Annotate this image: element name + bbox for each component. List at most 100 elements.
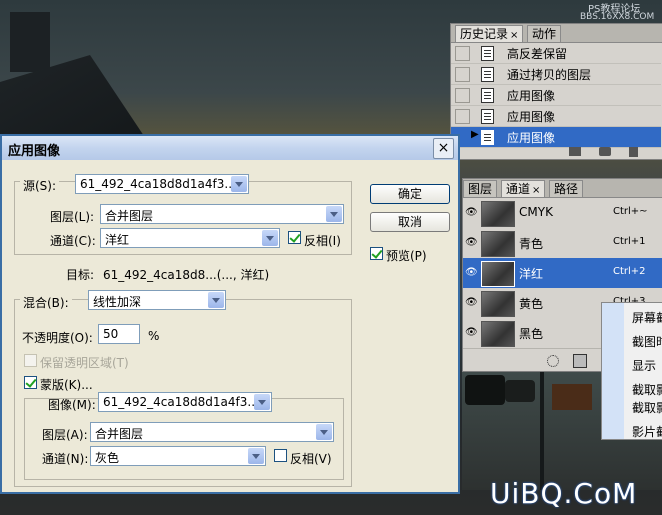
history-tabbar: 历史记录 × 动作	[451, 24, 662, 43]
channel-select[interactable]: 洋红	[100, 228, 280, 248]
mask-channel-label: 通道(N):	[42, 452, 89, 466]
mask-invert-checkbox[interactable]	[274, 449, 287, 462]
save-selection-icon[interactable]	[573, 354, 587, 368]
history-item[interactable]: 高反差保留	[451, 43, 661, 64]
dialog-title: 应用图像	[8, 144, 61, 159]
watermark-url: BBS.16XX8.COM	[580, 12, 655, 22]
history-state-icon	[481, 130, 494, 145]
apply-image-dialog: 应用图像 × 源(S): 61_492_4ca18d8d1a4f3... 图层(…	[0, 134, 460, 494]
dialog-titlebar[interactable]: 应用图像 ×	[2, 136, 458, 160]
history-state-icon	[481, 46, 494, 61]
tab-layers[interactable]: 图层	[463, 180, 498, 197]
snapshot-camera-icon[interactable]	[599, 147, 611, 156]
history-item-selected[interactable]: ▶ 应用图像	[451, 127, 661, 148]
chevron-down-icon	[326, 206, 342, 222]
history-item[interactable]: 应用图像	[451, 85, 661, 106]
snapshot-source-checkbox[interactable]	[455, 46, 470, 61]
mask-label[interactable]: 蒙版(K)...	[40, 376, 93, 393]
close-tab-icon[interactable]: ×	[532, 185, 540, 196]
channels-tabbar: 图层 通道 × 路径	[463, 179, 662, 198]
channel-thumbnail	[481, 261, 515, 287]
history-state-icon	[481, 88, 494, 103]
context-menu-item[interactable]: 截取影	[632, 381, 662, 398]
eye-icon[interactable]: 👁	[465, 207, 478, 218]
chimney	[10, 12, 50, 72]
layer-select[interactable]: 合并图层	[100, 204, 344, 224]
eye-icon[interactable]: 👁	[465, 267, 478, 278]
channel-thumbnail	[481, 201, 515, 227]
snapshot-source-checkbox[interactable]	[455, 109, 470, 124]
opacity-unit: %	[148, 329, 160, 343]
tab-history[interactable]: 历史记录 ×	[455, 25, 524, 42]
history-pointer-icon: ▶	[471, 129, 479, 140]
mask-layer-label: 图层(A):	[42, 428, 88, 442]
light-glow	[552, 384, 592, 410]
chevron-down-icon	[262, 230, 278, 246]
lamp-post	[540, 370, 544, 490]
context-menu-item[interactable]: 屏幕截	[632, 309, 662, 326]
car	[505, 380, 535, 402]
mask-image-select[interactable]: 61_492_4ca18d8d1a4f3...	[98, 392, 272, 412]
blending-label: 混合(B):	[20, 294, 72, 311]
site-logo: UiBQ.CoM	[490, 477, 638, 510]
snapshot-source-checkbox[interactable]	[455, 67, 470, 82]
source-label: 源(S):	[20, 177, 60, 194]
tab-paths[interactable]: 路径	[549, 180, 584, 197]
preserve-transparency-checkbox[interactable]	[24, 354, 37, 367]
opacity-input[interactable]: 50	[98, 324, 140, 344]
trash-icon[interactable]	[629, 147, 638, 157]
tab-channels[interactable]: 通道 ×	[501, 180, 546, 197]
mask-image-label: 图像(M):	[48, 398, 96, 412]
channel-row[interactable]: 👁 CMYK Ctrl+~	[463, 198, 662, 229]
preview-checkbox[interactable]	[370, 247, 383, 260]
layer-label: 图层(L):	[50, 210, 95, 224]
context-menu-item[interactable]: 影片截	[632, 423, 662, 440]
car	[465, 375, 505, 405]
close-tab-icon[interactable]: ×	[510, 30, 518, 41]
target-label: 目标:	[66, 268, 95, 282]
preserve-transparency-label[interactable]: 保留透明区域(T)	[40, 354, 129, 371]
chevron-down-icon	[316, 424, 332, 440]
mask-layer-select[interactable]: 合并图层	[90, 422, 334, 442]
chevron-down-icon	[231, 176, 247, 192]
channel-thumbnail	[481, 231, 515, 257]
eye-icon[interactable]: 👁	[465, 327, 478, 338]
channel-row-selected[interactable]: 👁 洋红 Ctrl+2	[463, 258, 662, 289]
context-menu-gutter	[602, 303, 624, 439]
history-footer	[451, 147, 662, 159]
invert-label[interactable]: 反相(I)	[304, 232, 341, 249]
context-menu-item[interactable]: 显示	[632, 357, 656, 374]
blending-select[interactable]: 线性加深	[88, 290, 226, 310]
history-item[interactable]: 通过拷贝的图层	[451, 64, 661, 85]
mask-invert-label[interactable]: 反相(V)	[290, 450, 332, 467]
cancel-button[interactable]: 取消	[370, 212, 450, 232]
source-select[interactable]: 61_492_4ca18d8d1a4f3...	[75, 174, 249, 194]
eye-icon[interactable]: 👁	[465, 237, 478, 248]
close-button[interactable]: ×	[433, 138, 454, 159]
preview-label[interactable]: 预览(P)	[386, 247, 427, 264]
opacity-label: 不透明度(O):	[22, 331, 93, 345]
history-state-icon	[481, 109, 494, 124]
invert-checkbox[interactable]	[288, 231, 301, 244]
load-selection-icon[interactable]	[547, 355, 559, 367]
mask-checkbox[interactable]	[24, 376, 37, 389]
ok-button[interactable]: 确定	[370, 184, 450, 204]
chevron-down-icon	[254, 394, 270, 410]
history-item[interactable]: 应用图像	[451, 106, 661, 127]
history-state-icon	[481, 67, 494, 82]
channel-thumbnail	[481, 291, 515, 317]
snapshot-source-checkbox[interactable]	[455, 88, 470, 103]
target-value: 61_492_4ca18d8...(..., 洋红)	[103, 268, 270, 282]
channel-label: 通道(C):	[50, 234, 96, 248]
channel-row[interactable]: 👁 青色 Ctrl+1	[463, 228, 662, 259]
channel-thumbnail	[481, 321, 515, 347]
history-panel: 历史记录 × 动作 高反差保留 通过拷贝的图层 应用图像 应用图像 ▶ 应用图像	[450, 23, 662, 160]
eye-icon[interactable]: 👁	[465, 297, 478, 308]
context-menu-item[interactable]: 截取影	[632, 399, 662, 416]
context-menu-item[interactable]: 截图时	[632, 333, 662, 350]
tab-actions[interactable]: 动作	[527, 25, 562, 42]
context-menu: 屏幕截 截图时 显示 截取影 截取影 影片截	[601, 302, 662, 440]
mask-channel-select[interactable]: 灰色	[90, 446, 266, 466]
chevron-down-icon	[248, 448, 264, 464]
new-document-icon[interactable]	[569, 147, 581, 156]
